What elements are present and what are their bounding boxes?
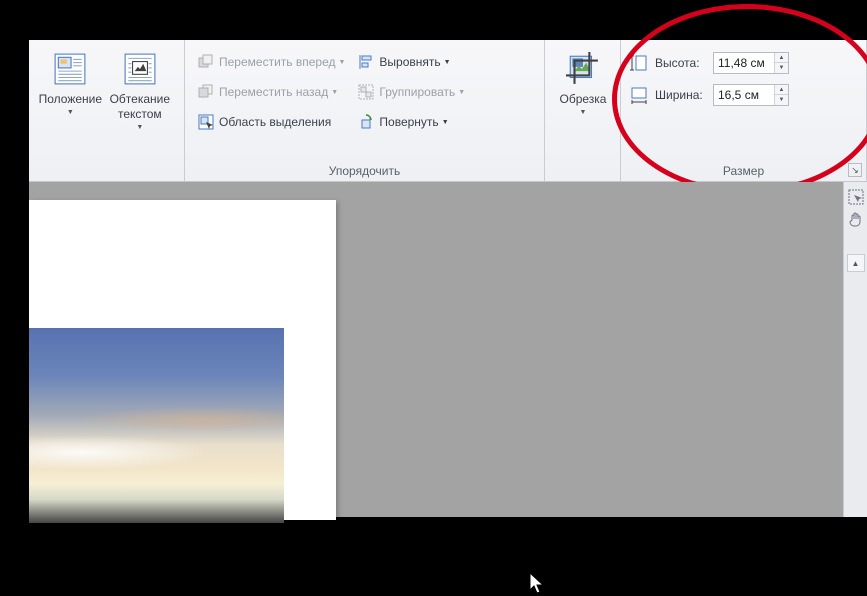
- group-label: Группировать: [379, 85, 455, 99]
- align-button[interactable]: Выровнять▼: [353, 50, 469, 74]
- document-area[interactable]: [29, 182, 867, 517]
- width-spinner[interactable]: ▲▼: [713, 84, 789, 106]
- position-icon: [53, 52, 87, 86]
- group-size: Высота: ▲▼ Ширина: ▲▼: [621, 40, 867, 181]
- spinner-up-icon[interactable]: ▲: [775, 53, 788, 63]
- arrange-group-label: Упорядочить: [185, 164, 544, 178]
- bring-forward-button[interactable]: Переместить вперед▼: [193, 50, 349, 74]
- group-position-wrap: Положение ▼ Обтекание текстом ▼: [29, 40, 185, 181]
- dialog-launcher[interactable]: ↘: [848, 163, 862, 177]
- group-button[interactable]: Группировать▼: [353, 80, 469, 104]
- height-spinner[interactable]: ▲▼: [713, 52, 789, 74]
- wrap-text-button[interactable]: Обтекание текстом ▼: [104, 44, 176, 133]
- width-input[interactable]: [714, 88, 774, 102]
- height-label: Высота:: [655, 56, 707, 70]
- dropdown-arrow-icon: ▼: [67, 109, 74, 118]
- selection-pane-icon: [197, 113, 215, 131]
- select-tool-icon[interactable]: [847, 188, 865, 206]
- wrap-text-label: Обтекание текстом: [104, 92, 176, 122]
- group-arrange: Переместить вперед▼ Переместить назад▼ О…: [185, 40, 545, 181]
- group-icon: [357, 83, 375, 101]
- bring-forward-label: Переместить вперед: [219, 55, 335, 69]
- dropdown-arrow-icon: ▼: [136, 124, 143, 133]
- rotate-button[interactable]: Повернуть▼: [353, 110, 469, 134]
- width-label: Ширина:: [655, 88, 707, 102]
- spinner-down-icon[interactable]: ▼: [775, 95, 788, 105]
- bring-forward-icon: [197, 53, 215, 71]
- ribbon: Положение ▼ Обтекание текстом ▼: [29, 40, 867, 182]
- height-input[interactable]: [714, 56, 774, 70]
- mouse-cursor-icon: [529, 572, 547, 596]
- spinner-down-icon[interactable]: ▼: [775, 63, 788, 73]
- crop-button[interactable]: Обрезка ▼: [553, 44, 613, 118]
- rotate-icon: [357, 113, 375, 131]
- wrap-text-icon: [123, 52, 157, 86]
- dropdown-arrow-icon: ▼: [580, 109, 587, 118]
- position-label: Положение: [39, 92, 102, 107]
- scrollbar-up-button[interactable]: ▲: [847, 254, 865, 272]
- right-sidebar: ▲: [843, 182, 867, 517]
- page: [29, 200, 336, 520]
- rotate-label: Повернуть: [379, 115, 438, 129]
- width-icon: [629, 85, 649, 105]
- selection-pane-label: Область выделения: [219, 115, 331, 129]
- send-backward-label: Переместить назад: [219, 85, 328, 99]
- send-backward-button[interactable]: Переместить назад▼: [193, 80, 349, 104]
- crop-label: Обрезка: [560, 92, 607, 107]
- spinner-up-icon[interactable]: ▲: [775, 85, 788, 95]
- send-backward-icon: [197, 83, 215, 101]
- group-crop: Обрезка ▼: [545, 40, 621, 181]
- crop-icon: [566, 52, 600, 86]
- height-icon: [629, 53, 649, 73]
- size-group-label: Размер: [621, 164, 866, 178]
- inserted-picture[interactable]: [29, 328, 284, 523]
- align-icon: [357, 53, 375, 71]
- selection-pane-button[interactable]: Область выделения: [193, 110, 349, 134]
- pan-hand-icon[interactable]: [847, 212, 865, 230]
- position-button[interactable]: Положение ▼: [37, 44, 104, 133]
- align-label: Выровнять: [379, 55, 440, 69]
